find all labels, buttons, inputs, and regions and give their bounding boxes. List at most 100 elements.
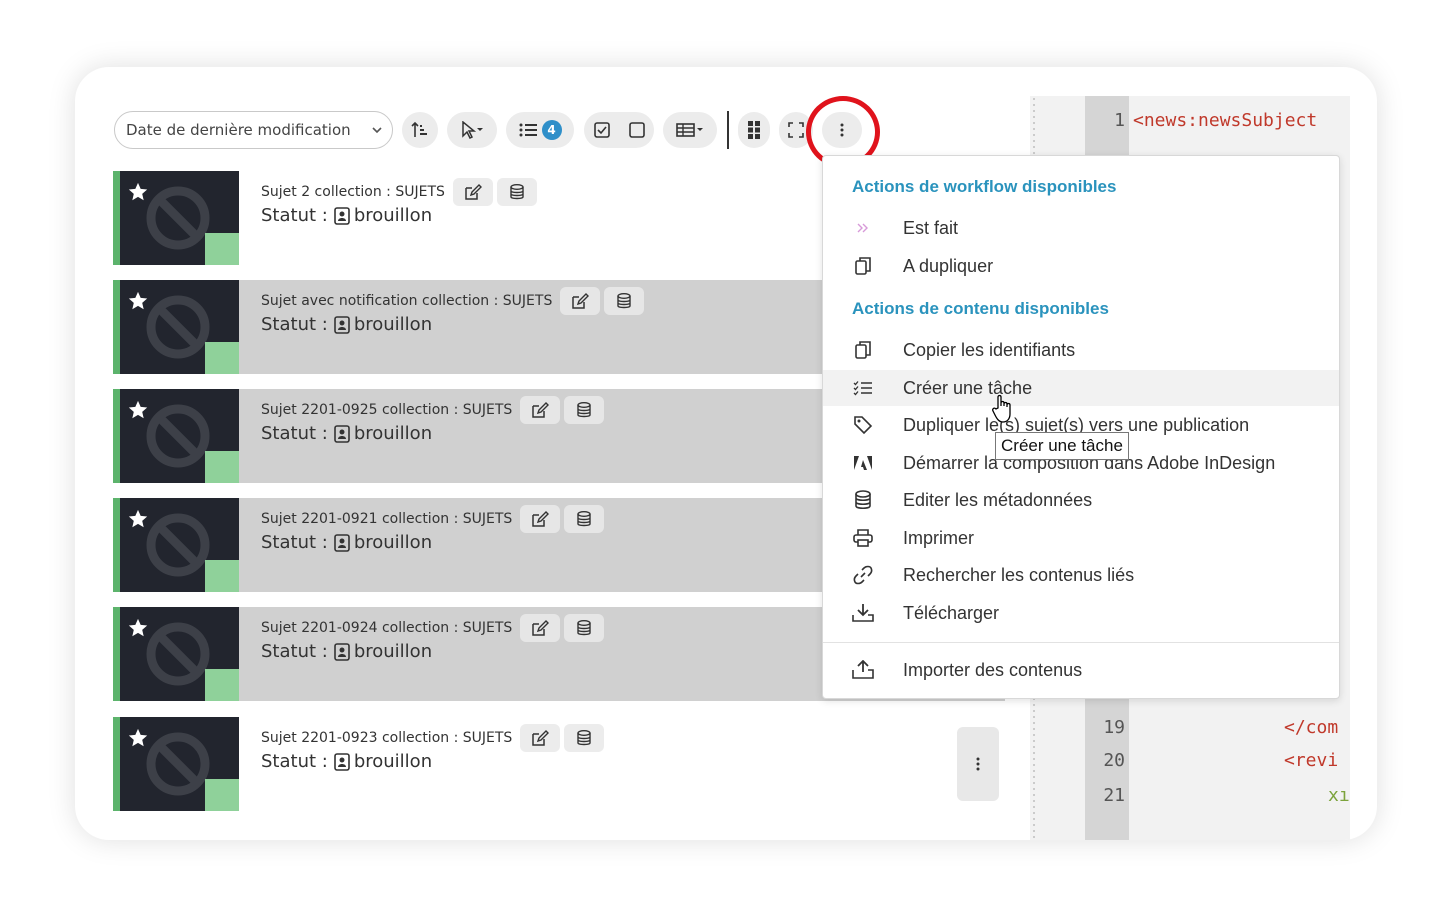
thumbnail	[113, 171, 239, 265]
toolbar-separator	[727, 111, 729, 149]
sort-order-icon	[411, 121, 427, 137]
workflow-actions-heading: Actions de workflow disponibles	[852, 177, 1117, 196]
expand-icon	[788, 122, 804, 138]
item-title: Sujet avec notification collection : SUJ…	[261, 293, 553, 309]
file-type-icon	[205, 451, 239, 483]
person-card-icon	[334, 642, 350, 661]
person-card-icon	[334, 315, 350, 334]
edit-icon	[532, 620, 550, 636]
item-title: Sujet 2 collection : SUJETS	[261, 184, 445, 200]
list-item[interactable]: Sujet 2201-0923 collection : SUJETS Stat…	[113, 717, 1005, 811]
status-stripe	[113, 280, 120, 374]
cursor-arrow-icon	[462, 121, 483, 139]
metadata-button[interactable]	[496, 178, 537, 206]
database-icon	[510, 184, 524, 200]
sort-direction-button[interactable]	[402, 112, 438, 148]
status-value: brouillon	[353, 751, 433, 772]
person-card-icon	[334, 424, 350, 443]
status-label: Statut :	[261, 751, 328, 772]
selection-list-button[interactable]: 4	[506, 112, 574, 148]
status-stripe	[113, 717, 120, 811]
select-all-button[interactable]	[584, 112, 619, 148]
metadata-button[interactable]	[564, 505, 605, 533]
deselect-all-button[interactable]	[619, 112, 654, 148]
edit-icon	[532, 730, 550, 746]
line-number: 19	[1103, 717, 1125, 738]
status-value: brouillon	[353, 532, 433, 553]
thumbnail	[113, 389, 239, 483]
file-type-icon	[205, 560, 239, 592]
metadata-button[interactable]	[604, 287, 645, 315]
file-type-icon	[205, 233, 239, 265]
download-icon	[852, 602, 874, 624]
menu-item-rechercher-lies[interactable]: Rechercher les contenus liés	[823, 557, 1339, 593]
copy-icon	[852, 339, 874, 361]
actions-dropdown-menu: Actions de workflow disponibles Est fait…	[822, 155, 1340, 699]
selection-count-badge: 4	[541, 120, 562, 140]
edit-button[interactable]	[452, 178, 493, 206]
status-label: Statut :	[261, 314, 328, 335]
pointer-mode-dropdown[interactable]	[447, 112, 497, 148]
grid-icon	[748, 121, 760, 139]
edit-button[interactable]	[520, 505, 561, 533]
menu-item-editer-metadonnees[interactable]: Editer les métadonnées	[823, 482, 1339, 518]
metadata-button[interactable]	[564, 724, 605, 752]
menu-item-a-dupliquer[interactable]: A dupliquer	[823, 248, 1339, 284]
status-value: brouillon	[353, 423, 433, 444]
code-line: <revi	[1284, 750, 1339, 771]
status-stripe	[113, 498, 120, 592]
item-actions-button[interactable]	[957, 727, 999, 801]
menu-item-creer-tache[interactable]: Créer une tâche	[823, 370, 1339, 406]
status-label: Statut :	[261, 205, 328, 226]
tag-icon	[852, 414, 874, 436]
status-stripe	[113, 607, 120, 701]
menu-item-importer-contenus[interactable]: Importer des contenus	[823, 652, 1339, 688]
checkbox-empty-icon	[628, 122, 645, 138]
status-value: brouillon	[353, 641, 433, 662]
database-icon	[852, 489, 874, 511]
view-mode-dropdown[interactable]	[663, 112, 717, 148]
status-stripe	[113, 389, 120, 483]
tooltip: Créer une tâche	[995, 432, 1129, 460]
sort-select-label: Date de dernière modification	[126, 121, 351, 139]
status-value: brouillon	[353, 205, 433, 226]
line-number: 1	[1114, 110, 1125, 131]
file-type-icon	[205, 779, 239, 811]
edit-icon	[465, 184, 482, 200]
edit-button[interactable]	[520, 396, 561, 424]
status-label: Statut :	[261, 423, 328, 444]
thumbnail	[113, 717, 239, 811]
code-line: <news:newsSubject	[1133, 110, 1318, 131]
item-title: Sujet 2201-0923 collection : SUJETS	[261, 730, 513, 746]
code-line: xı	[1328, 785, 1350, 806]
status-stripe	[113, 171, 120, 265]
line-number: 21	[1103, 785, 1125, 806]
edit-icon	[532, 402, 550, 418]
link-icon	[852, 564, 874, 586]
menu-item-est-fait[interactable]: Est fait	[823, 210, 1339, 246]
edit-button[interactable]	[520, 724, 561, 752]
menu-divider	[823, 642, 1339, 643]
sort-select[interactable]: Date de dernière modification	[114, 111, 393, 149]
database-icon	[577, 730, 591, 746]
content-actions-heading: Actions de contenu disponibles	[852, 299, 1109, 318]
edit-button[interactable]	[560, 287, 601, 315]
upload-icon	[852, 659, 874, 681]
database-icon	[617, 293, 632, 309]
thumbnail	[113, 607, 239, 701]
menu-item-copier-identifiants[interactable]: Copier les identifiants	[823, 332, 1339, 368]
menu-item-imprimer[interactable]: Imprimer	[823, 520, 1339, 556]
edit-button[interactable]	[520, 614, 561, 642]
metadata-button[interactable]	[564, 396, 605, 424]
app-card: Date de dernière modification 4 Sujet 2 …	[75, 67, 1377, 840]
hand-cursor-icon	[992, 394, 1011, 423]
menu-item-telecharger[interactable]: Télécharger	[823, 595, 1339, 631]
edit-icon	[572, 293, 590, 309]
metadata-button[interactable]	[564, 614, 605, 642]
status-value: brouillon	[353, 314, 433, 335]
grid-view-button[interactable]	[738, 112, 770, 148]
copy-icon	[852, 255, 874, 277]
person-card-icon	[334, 206, 350, 225]
no-preview-icon	[146, 732, 210, 796]
edit-icon	[532, 511, 550, 527]
